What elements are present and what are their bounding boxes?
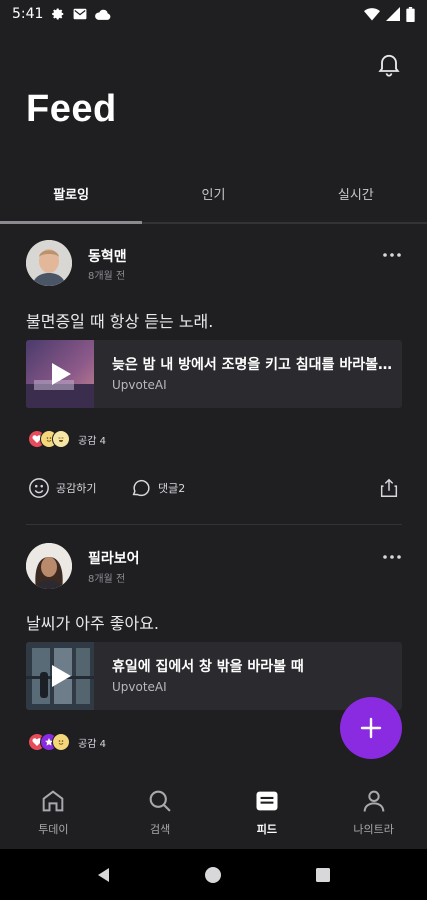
battery-icon <box>406 6 415 22</box>
nav-profile[interactable]: 나의트라 <box>320 775 427 849</box>
card-title: 휴일에 집에서 창 밖을 바라볼 때 <box>112 659 304 675</box>
avatar[interactable] <box>26 240 72 286</box>
back-icon[interactable] <box>96 867 112 883</box>
empathize-label: 공감하기 <box>56 482 97 495</box>
more-options-button[interactable] <box>381 546 403 568</box>
laugh-reaction-icon <box>52 430 70 448</box>
empathize-button[interactable]: 공감하기 <box>28 477 96 499</box>
card-source: UpvoteAI <box>112 378 167 392</box>
play-icon <box>52 665 71 687</box>
search-icon <box>149 790 171 812</box>
card-thumbnail <box>26 642 94 710</box>
more-icon <box>383 555 401 559</box>
post-author[interactable]: 동혁맨 <box>88 246 127 266</box>
nav-label: 나의트라 <box>353 823 394 836</box>
avatar-image <box>26 543 72 589</box>
mail-icon <box>74 8 87 20</box>
avatar-image <box>26 240 72 286</box>
bell-icon <box>378 54 400 77</box>
smile-reaction-icon <box>52 733 70 751</box>
page-title: Feed <box>26 88 117 130</box>
reaction-summary[interactable]: 공감 4 <box>28 430 106 448</box>
status-bar: 5:41 <box>0 0 427 28</box>
share-icon <box>380 478 398 497</box>
home-icon <box>43 790 64 812</box>
share-button[interactable] <box>378 477 400 499</box>
post-time: 8개월 전 <box>88 574 126 585</box>
reaction-count: 공감 4 <box>78 435 106 447</box>
reaction-summary[interactable]: 공감 4 <box>28 733 106 751</box>
wifi-icon <box>364 7 380 20</box>
card-source: UpvoteAI <box>112 680 167 694</box>
smile-icon <box>29 478 49 498</box>
home-circle-icon[interactable] <box>204 866 222 884</box>
bottom-navigation: 투데이 검색 피드 나의트라 <box>0 775 427 849</box>
more-options-button[interactable] <box>381 244 403 266</box>
tab-following[interactable]: 팔로잉 <box>0 178 143 224</box>
music-link-card[interactable]: 휴일에 집에서 창 밖을 바라볼 때 UpvoteAI <box>26 642 402 710</box>
nav-label: 검색 <box>150 823 171 836</box>
nav-feed[interactable]: 피드 <box>214 775 321 849</box>
tab-popular[interactable]: 인기 <box>142 178 284 222</box>
recents-icon[interactable] <box>315 867 331 883</box>
plus-icon <box>360 717 382 739</box>
post-text: 날씨가 아주 좋아요. <box>26 614 160 633</box>
avatar[interactable] <box>26 543 72 589</box>
nav-search[interactable]: 검색 <box>107 775 214 849</box>
card-thumbnail <box>26 340 94 408</box>
card-title: 늦은 밤 내 방에서 조명을 키고 침대를 바라볼 때 <box>112 357 392 373</box>
tab-realtime[interactable]: 실시간 <box>285 178 427 222</box>
play-icon <box>52 363 71 385</box>
post-author[interactable]: 필라보어 <box>88 548 140 568</box>
comment-icon <box>132 480 150 497</box>
music-link-card[interactable]: 늦은 밤 내 방에서 조명을 키고 침대를 바라볼 때 UpvoteAI <box>26 340 402 408</box>
nav-today[interactable]: 투데이 <box>0 775 107 849</box>
nav-label: 피드 <box>256 823 277 836</box>
cloud-icon <box>95 9 111 20</box>
system-navigation-bar <box>0 849 427 900</box>
signal-icon <box>386 7 400 21</box>
notification-bell-button[interactable] <box>375 50 403 78</box>
more-icon <box>383 253 401 257</box>
post-divider <box>26 524 402 525</box>
post-text: 불면증일 때 항상 듣는 노래. <box>26 312 214 331</box>
post-time: 8개월 전 <box>88 271 126 282</box>
create-post-button[interactable] <box>340 697 402 759</box>
reaction-count: 공감 4 <box>78 738 106 750</box>
nav-label: 투데이 <box>38 823 69 836</box>
settings-icon <box>52 8 64 20</box>
profile-icon <box>363 790 384 812</box>
comment-label: 댓글2 <box>158 482 186 495</box>
comment-button[interactable]: 댓글2 <box>130 477 185 499</box>
status-time: 5:41 <box>12 6 44 22</box>
feed-icon <box>256 791 278 811</box>
feed-tabs: 팔로잉 인기 실시간 <box>0 178 427 224</box>
